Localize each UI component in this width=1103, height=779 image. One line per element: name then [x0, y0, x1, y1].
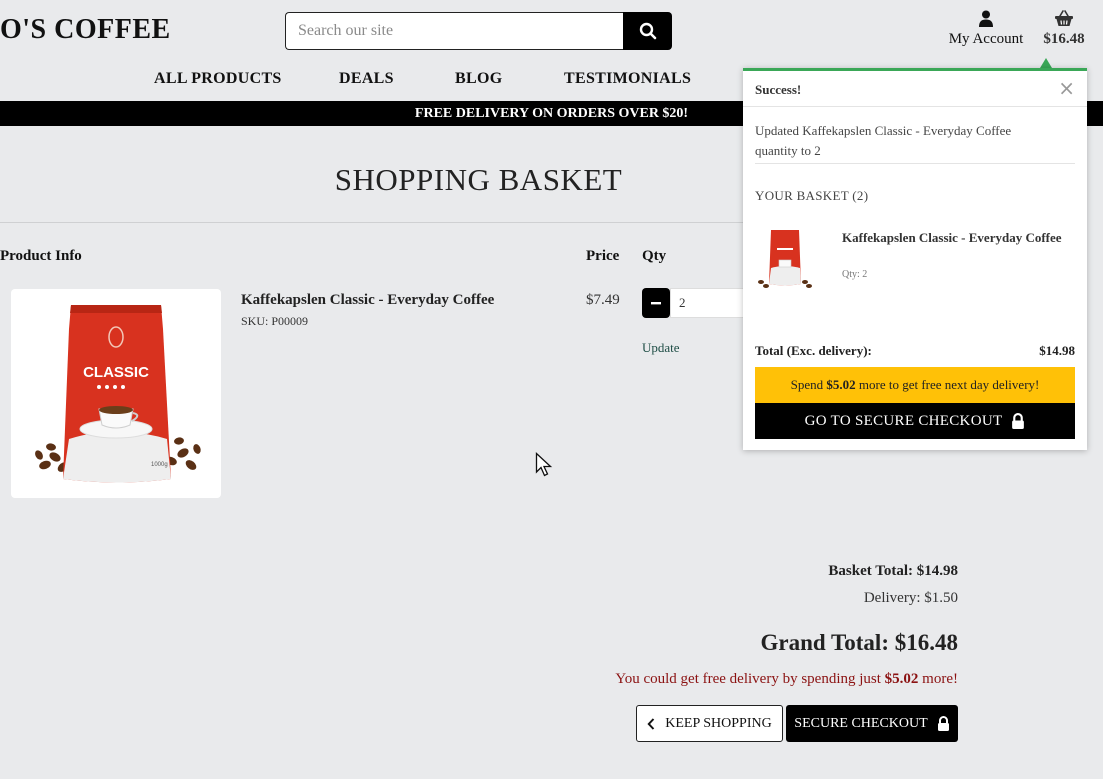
popup-divider — [755, 163, 1075, 164]
promo-suffix: more to get free next day delivery! — [858, 377, 1040, 392]
free-msg-suffix: more! — [922, 671, 958, 687]
popup-item-qty: Qty: 2 — [842, 269, 868, 280]
popup-message: Updated Kaffekapslen Classic - Everyday … — [755, 123, 1012, 158]
search-icon — [639, 22, 656, 40]
lock-icon — [937, 716, 949, 731]
popup-total-value: $14.98 — [1039, 343, 1075, 358]
basket-popup: Success! × Updated Kaffekapslen Classic … — [743, 68, 1087, 450]
product-name[interactable]: Kaffekapslen Classic - Everyday Coffee — [241, 292, 494, 309]
user-icon — [979, 10, 993, 27]
bag-brand-text: CLASSIC — [83, 364, 149, 381]
free-delivery-message: You could get free delivery by spending … — [615, 671, 958, 688]
popup-checkout-button[interactable]: GO TO SECURE CHECKOUT — [755, 403, 1075, 439]
qty-decrement-button[interactable] — [642, 288, 670, 318]
product-price: $7.49 — [586, 292, 620, 308]
promo-prefix: Spend — [790, 377, 824, 392]
nav-testimonials[interactable]: TESTIMONIALS — [564, 70, 691, 88]
chevron-left-icon — [647, 717, 655, 730]
popup-item-thumbnail[interactable] — [755, 226, 815, 292]
basket-icon — [1055, 10, 1073, 26]
search-button[interactable] — [623, 12, 672, 50]
free-msg-amount: $5.02 — [884, 671, 919, 687]
nav-blog[interactable]: BLOG — [455, 70, 502, 88]
promo-amount: $5.02 — [826, 377, 856, 392]
qty-input[interactable]: 2 — [670, 288, 750, 318]
lock-icon — [1012, 413, 1025, 429]
popup-checkout-label: GO TO SECURE CHECKOUT — [804, 412, 1003, 429]
close-icon[interactable]: × — [1058, 76, 1075, 100]
nav-deals[interactable]: DEALS — [339, 70, 394, 88]
divider — [0, 222, 760, 223]
product-image[interactable]: CLASSIC 1000g — [11, 289, 221, 498]
brand-logo[interactable]: O'S COFFEE — [0, 14, 171, 46]
product-sku: SKU: P00009 — [241, 314, 309, 328]
basket-total: $16.48 — [1043, 31, 1085, 47]
coffee-bag-image: CLASSIC 1000g — [35, 305, 201, 483]
secure-checkout-label: SECURE CHECKOUT — [794, 715, 928, 731]
my-account-label: My Account — [948, 31, 1024, 47]
popup-title: Success! — [755, 82, 802, 97]
grand-total: Grand Total: $16.48 — [760, 630, 958, 655]
keep-shopping-button[interactable]: KEEP SHOPPING — [636, 705, 783, 742]
header-qty: Qty — [642, 248, 667, 264]
secure-checkout-button[interactable]: SECURE CHECKOUT — [786, 705, 958, 742]
popup-basket-label: YOUR BASKET (2) — [755, 188, 869, 203]
coffee-bag-thumb — [758, 230, 812, 288]
keep-shopping-label: KEEP SHOPPING — [665, 715, 772, 731]
bag-weight-text: 1000g — [151, 462, 168, 468]
update-link[interactable]: Update — [642, 340, 680, 356]
search-input[interactable] — [285, 12, 624, 50]
search-bar — [285, 12, 672, 50]
free-delivery-promo: Spend $5.02 more to get free next day de… — [755, 367, 1075, 403]
header-price: Price — [586, 248, 620, 264]
popup-item-name[interactable]: Kaffekapslen Classic - Everyday Coffee — [842, 227, 1067, 248]
minus-icon — [651, 302, 661, 305]
my-account-link[interactable]: My Account — [945, 10, 1027, 48]
delivery-line: Delivery: $1.50 — [863, 590, 958, 606]
free-msg-prefix: You could get free delivery by spending … — [615, 671, 881, 687]
popup-arrow — [1040, 58, 1052, 68]
popup-total-label: Total (Exc. delivery): — [755, 343, 872, 358]
popup-header: Success! × — [743, 71, 1087, 107]
basket-total-line: Basket Total: $14.98 — [828, 563, 958, 579]
mouse-cursor-icon — [535, 452, 553, 477]
header-product-info: Product Info — [0, 248, 82, 264]
basket-link[interactable]: $16.48 — [1040, 10, 1088, 48]
nav-all-products[interactable]: ALL PRODUCTS — [154, 70, 282, 88]
